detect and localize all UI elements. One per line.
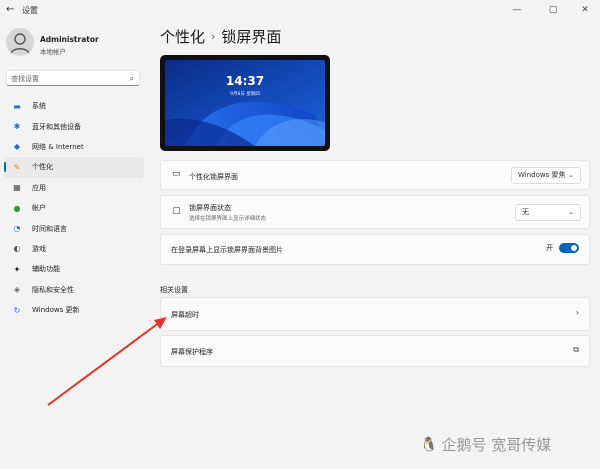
setting-label: 锁屏界面状态 xyxy=(189,204,231,212)
link-label: 屏幕保护程序 xyxy=(171,348,213,356)
search-icon[interactable]: ⌕ xyxy=(130,74,134,84)
page-title: 锁屏界面 xyxy=(221,28,282,46)
sidebar-item-label: 时间和语言 xyxy=(32,224,67,233)
preview-date: 9月8日 星期四 xyxy=(230,92,260,97)
sidebar-item-label: 个性化 xyxy=(32,163,53,172)
chevron-down-icon: ⌄ xyxy=(568,208,574,216)
title-bar: ← 设置 — ▢ ✕ xyxy=(0,0,600,22)
person-icon: ● xyxy=(13,203,21,213)
watermark-text: 企鹅号 宽哥传媒 xyxy=(441,436,552,454)
setting-personalize-lock-screen: ▭ 个性化锁屏界面 Windows 聚焦 ⌄ xyxy=(160,160,590,190)
shield-icon: ◈ xyxy=(13,285,21,295)
show-background-toggle[interactable] xyxy=(559,243,579,253)
sidebar-item-windows-update[interactable]: ↻ Windows 更新 xyxy=(4,300,144,320)
sidebar-nav: ▬ 系统 ✱ 蓝牙和其他设备 ◆ 网络 & Internet ✎ 个性化 ▦ 应… xyxy=(4,96,144,320)
brush-icon: ✎ xyxy=(13,162,21,172)
sidebar-item-label: 游戏 xyxy=(32,244,46,253)
sidebar-item-accounts[interactable]: ● 帐户 xyxy=(4,198,144,218)
breadcrumb: 个性化 › 锁屏界面 xyxy=(160,26,281,47)
chevron-right-icon: › xyxy=(575,308,579,317)
accessibility-icon: ✦ xyxy=(13,264,21,274)
sidebar-item-accessibility[interactable]: ✦ 辅助功能 xyxy=(4,259,144,279)
sidebar-item-label: 帐户 xyxy=(32,204,46,213)
apps-icon: ▦ xyxy=(13,183,21,193)
sidebar-item-label: Windows 更新 xyxy=(32,306,80,315)
maximize-button[interactable]: ▢ xyxy=(540,2,566,18)
sidebar-item-label: 网络 & Internet xyxy=(32,142,84,151)
section-title: 相关设置 xyxy=(160,286,188,294)
sidebar-item-apps[interactable]: ▦ 应用 xyxy=(4,178,144,198)
arrow-shaft xyxy=(47,321,161,406)
sidebar-item-system[interactable]: ▬ 系统 xyxy=(4,96,144,116)
sidebar-item-privacy[interactable]: ◈ 隐私和安全性 xyxy=(4,280,144,300)
sidebar-item-label: 辅助功能 xyxy=(32,265,60,274)
watermark: 🐧 企鹅号 宽哥传媒 xyxy=(420,434,551,455)
search-box[interactable]: ⌕ xyxy=(6,70,140,86)
lock-screen-preview: 14:37 9月8日 星期四 xyxy=(160,55,330,151)
setting-show-background-signin: 在登录屏幕上显示锁屏界面背景图片 开 xyxy=(160,234,590,265)
chevron-right-icon: › xyxy=(211,30,216,43)
status-icon: ▢ xyxy=(172,206,181,216)
setting-lock-screen-status: ▢ 锁屏界面状态 选择在锁屏界面上显示详细状态 无 ⌄ xyxy=(160,195,590,229)
sidebar-item-bluetooth[interactable]: ✱ 蓝牙和其他设备 xyxy=(4,116,144,136)
related-screen-saver[interactable]: 屏幕保护程序 ⧉ xyxy=(160,335,590,367)
back-arrow-icon[interactable]: ← xyxy=(6,4,14,15)
sidebar-item-label: 蓝牙和其他设备 xyxy=(32,122,81,131)
sidebar-item-label: 系统 xyxy=(32,102,46,111)
sidebar-item-network[interactable]: ◆ 网络 & Internet xyxy=(4,137,144,157)
sidebar-item-time-language[interactable]: ◔ 时间和语言 xyxy=(4,218,144,238)
user-profile[interactable]: Administrator 本地帐户 xyxy=(4,28,144,60)
preview-wallpaper: 14:37 9月8日 星期四 xyxy=(165,60,325,146)
setting-sublabel: 选择在锁屏界面上显示详细状态 xyxy=(189,216,267,222)
minimize-button[interactable]: — xyxy=(504,2,530,18)
user-name: Administrator xyxy=(40,35,99,44)
search-input[interactable] xyxy=(11,73,121,84)
sidebar-item-label: 隐私和安全性 xyxy=(32,285,74,294)
chevron-down-icon: ⌄ xyxy=(568,171,574,179)
close-button[interactable]: ✕ xyxy=(572,2,598,18)
toggle-knob xyxy=(571,245,577,251)
user-icon xyxy=(10,33,30,55)
dropdown-value: Windows 聚焦 xyxy=(518,171,566,179)
status-app-dropdown[interactable]: 无 ⌄ xyxy=(515,204,581,221)
bloom-wallpaper-image xyxy=(165,60,325,146)
monitor-icon: ▬ xyxy=(13,101,21,111)
globe-clock-icon: ◔ xyxy=(13,224,21,234)
avatar xyxy=(6,28,34,56)
bluetooth-icon: ✱ xyxy=(13,122,21,132)
wifi-icon: ◆ xyxy=(13,142,21,152)
window-title: 设置 xyxy=(22,6,38,15)
update-icon: ↻ xyxy=(13,305,21,315)
dropdown-value: 无 xyxy=(522,208,529,216)
link-label: 屏幕超时 xyxy=(171,311,199,319)
external-link-icon: ⧉ xyxy=(573,345,579,354)
sidebar-item-personalization[interactable]: ✎ 个性化 xyxy=(4,157,144,178)
setting-label: 在登录屏幕上显示锁屏界面背景图片 xyxy=(171,246,283,254)
sidebar-item-label: 应用 xyxy=(32,183,46,192)
sidebar-item-gaming[interactable]: ◐ 游戏 xyxy=(4,239,144,259)
breadcrumb-parent[interactable]: 个性化 xyxy=(160,26,205,47)
setting-label: 个性化锁屏界面 xyxy=(189,173,238,181)
account-type: 本地帐户 xyxy=(40,48,66,56)
preview-time: 14:37 xyxy=(225,74,265,88)
related-screen-timeout[interactable]: 屏幕超时 › xyxy=(160,297,590,331)
penguin-logo-icon: 🐧 xyxy=(420,436,438,453)
gamepad-icon: ◐ xyxy=(13,244,21,254)
lock-screen-type-dropdown[interactable]: Windows 聚焦 ⌄ xyxy=(511,167,581,184)
toggle-state-text: 开 xyxy=(546,244,553,252)
lock-screen-icon: ▭ xyxy=(172,169,181,179)
